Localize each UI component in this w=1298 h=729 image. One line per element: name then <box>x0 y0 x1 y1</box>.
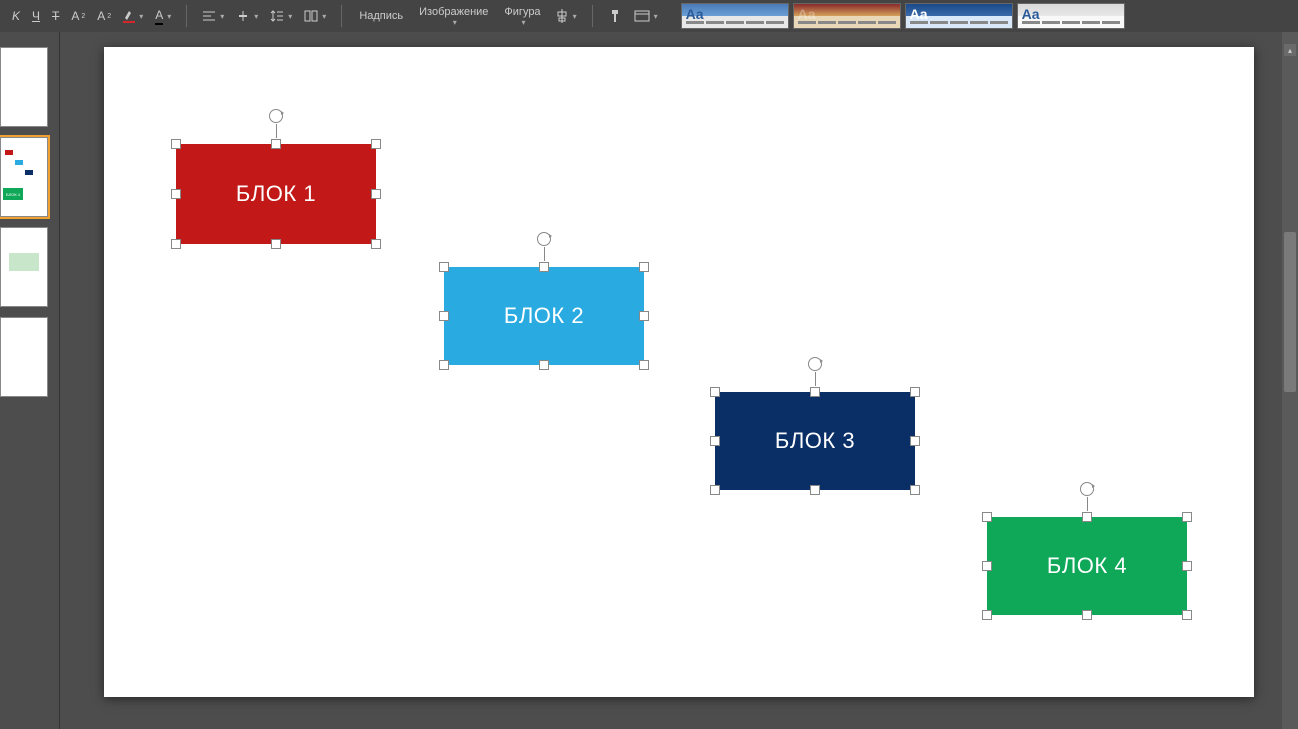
resize-handle-br[interactable] <box>1182 610 1192 620</box>
shape-block-3[interactable]: БЛОК 3 <box>715 392 915 490</box>
resize-handle-tm[interactable] <box>271 139 281 149</box>
slide-settings-group: ▾ <box>601 7 665 25</box>
italic-button[interactable]: K <box>9 7 23 25</box>
rotate-handle-icon[interactable] <box>1080 482 1094 496</box>
resize-handle-tr[interactable] <box>639 262 649 272</box>
insert-image-label: Изображение <box>419 6 488 18</box>
main-area: БЛОК 4 БЛОК 1 БЛОК 2 БЛОК 3 БЛОК 4 <box>0 32 1298 729</box>
align-h-button[interactable]: ▾ <box>199 8 227 24</box>
resize-handle-tm[interactable] <box>539 262 549 272</box>
resize-handle-br[interactable] <box>371 239 381 249</box>
toolbar-divider <box>341 5 342 27</box>
scrollbar-thumb[interactable] <box>1284 232 1296 392</box>
theme-thumbnail[interactable]: Aa <box>681 3 789 29</box>
insert-shape-label: Фигура <box>504 6 540 18</box>
ribbon-toolbar: K Ч Т A2 A2 ▾ A ▾ ▾ ▾ ▾ ▾ <box>0 0 1298 32</box>
resize-handle-tl[interactable] <box>171 139 181 149</box>
resize-handle-bm[interactable] <box>1082 610 1092 620</box>
resize-handle-tl[interactable] <box>710 387 720 397</box>
resize-handle-mr[interactable] <box>1182 561 1192 571</box>
highlight-color-button[interactable]: ▾ <box>120 8 146 25</box>
resize-handle-bm[interactable] <box>539 360 549 370</box>
rotate-handle-icon[interactable] <box>537 232 551 246</box>
canvas-viewport[interactable]: БЛОК 1 БЛОК 2 БЛОК 3 БЛОК 4 <box>60 32 1298 729</box>
slide-thumbnail[interactable] <box>0 227 48 307</box>
insert-shape-button[interactable]: Фигура ▾ <box>499 4 545 29</box>
slide-canvas[interactable]: БЛОК 1 БЛОК 2 БЛОК 3 БЛОК 4 <box>104 47 1254 697</box>
shape-label: БЛОК 3 <box>775 428 855 454</box>
vertical-scrollbar[interactable]: ▴ <box>1282 32 1298 729</box>
resize-handle-bl[interactable] <box>982 610 992 620</box>
paragraph-group: ▾ ▾ ▾ ▾ <box>195 8 333 24</box>
resize-handle-tl[interactable] <box>982 512 992 522</box>
resize-handle-br[interactable] <box>639 360 649 370</box>
slide-thumbnail[interactable] <box>0 317 48 397</box>
shape-label: БЛОК 2 <box>504 303 584 329</box>
theme-gallery: Aa Aa Aa Aa <box>681 3 1125 29</box>
superscript-button[interactable]: A2 <box>68 7 88 25</box>
mini-block-label: БЛОК 4 <box>3 188 23 200</box>
rotate-handle-icon[interactable] <box>269 109 283 123</box>
theme-thumbnail[interactable]: Aa <box>1017 3 1125 29</box>
columns-button[interactable]: ▾ <box>301 8 329 24</box>
resize-handle-mr[interactable] <box>639 311 649 321</box>
resize-handle-tr[interactable] <box>910 387 920 397</box>
slide-thumbnail[interactable] <box>0 47 48 127</box>
theme-thumbnail[interactable]: Aa <box>905 3 1013 29</box>
resize-handle-mr[interactable] <box>371 189 381 199</box>
resize-handle-ml[interactable] <box>710 436 720 446</box>
resize-handle-tm[interactable] <box>810 387 820 397</box>
align-objects-button[interactable]: ▾ <box>552 7 580 25</box>
shape-block-4[interactable]: БЛОК 4 <box>987 517 1187 615</box>
theme-thumbnail[interactable]: Aa <box>793 3 901 29</box>
resize-handle-ml[interactable] <box>439 311 449 321</box>
resize-handle-mr[interactable] <box>910 436 920 446</box>
insert-image-button[interactable]: Изображение ▾ <box>414 4 493 29</box>
toolbar-divider <box>186 5 187 27</box>
rotate-handle-icon[interactable] <box>808 357 822 371</box>
format-painter-button[interactable] <box>605 7 625 25</box>
resize-handle-br[interactable] <box>910 485 920 495</box>
insert-group: Надпись Изображение ▾ Фигура ▾ ▾ <box>350 4 583 29</box>
resize-handle-tl[interactable] <box>439 262 449 272</box>
scroll-up-arrow[interactable]: ▴ <box>1284 44 1296 56</box>
insert-textbox-button[interactable]: Надпись <box>354 8 408 24</box>
strikethrough-button[interactable]: Т <box>49 7 62 25</box>
underline-button[interactable]: Ч <box>29 7 43 25</box>
resize-handle-ml[interactable] <box>982 561 992 571</box>
shape-block-1[interactable]: БЛОК 1 <box>176 144 376 244</box>
resize-handle-bl[interactable] <box>439 360 449 370</box>
resize-handle-bm[interactable] <box>271 239 281 249</box>
shape-label: БЛОК 1 <box>236 181 316 207</box>
toolbar-divider <box>592 5 593 27</box>
shape-block-2[interactable]: БЛОК 2 <box>444 267 644 365</box>
font-color-button[interactable]: A ▾ <box>152 6 174 27</box>
resize-handle-tr[interactable] <box>371 139 381 149</box>
slide-size-button[interactable]: ▾ <box>631 8 661 24</box>
slide-thumbnail-current[interactable]: БЛОК 4 <box>0 137 48 217</box>
shape-label: БЛОК 4 <box>1047 553 1127 579</box>
align-v-button[interactable]: ▾ <box>233 8 261 24</box>
resize-handle-bm[interactable] <box>810 485 820 495</box>
subscript-button[interactable]: A2 <box>94 7 114 25</box>
resize-handle-bl[interactable] <box>710 485 720 495</box>
slide-thumbnail-panel: БЛОК 4 <box>0 32 60 729</box>
resize-handle-bl[interactable] <box>171 239 181 249</box>
resize-handle-tr[interactable] <box>1182 512 1192 522</box>
resize-handle-ml[interactable] <box>171 189 181 199</box>
resize-handle-tm[interactable] <box>1082 512 1092 522</box>
font-style-group: K Ч Т A2 A2 ▾ A ▾ <box>5 6 178 27</box>
line-spacing-button[interactable]: ▾ <box>267 8 295 24</box>
